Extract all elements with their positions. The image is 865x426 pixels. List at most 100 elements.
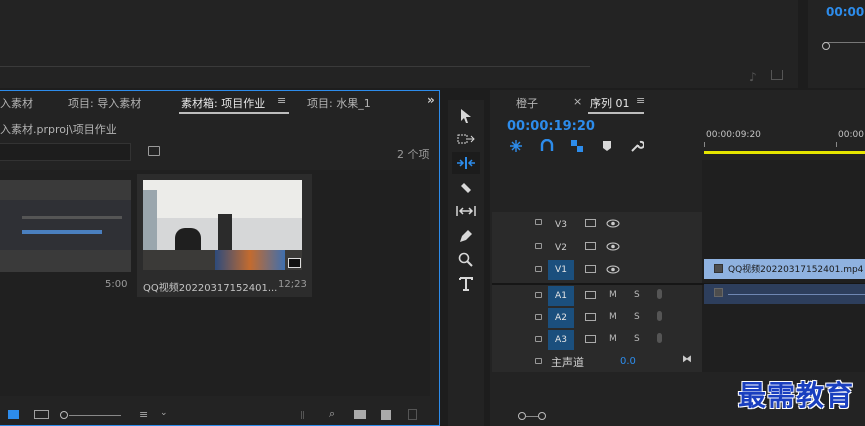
find-icon[interactable]: ⌕ <box>329 407 335 421</box>
bin-path: 入素材.prproj\项目作业 <box>0 123 117 136</box>
snap-icon[interactable] <box>540 139 554 153</box>
track-v2[interactable]: V2 <box>548 238 574 258</box>
clear-trash-icon[interactable] <box>408 409 417 420</box>
thumb-blue-bar <box>22 230 102 234</box>
sort-chevron-down-icon[interactable]: ⌄ <box>160 408 168 418</box>
sequence-tab-underline <box>588 112 644 114</box>
ruler-tick-2 <box>836 142 837 147</box>
lock-icon-a2[interactable] <box>535 314 542 320</box>
sync-lock-icon-a2[interactable] <box>585 313 596 321</box>
track-v3[interactable]: V3 <box>548 215 574 235</box>
lock-icon-master[interactable] <box>535 358 542 364</box>
timeline-scroll-track[interactable] <box>526 416 538 417</box>
mic-icon-a1[interactable] <box>657 289 662 299</box>
video-clip-fx-icon <box>714 264 723 273</box>
search-input[interactable] <box>0 143 131 161</box>
sync-lock-icon-a1[interactable] <box>585 291 596 299</box>
zoom-slider-track[interactable] <box>69 415 121 416</box>
timeline-scroll-handle-right[interactable] <box>538 412 546 420</box>
selection-tool-icon[interactable] <box>459 108 473 124</box>
lock-icon-a1[interactable] <box>535 292 542 298</box>
linked-selection-icon[interactable] <box>570 139 584 153</box>
thumb-gray-bar <box>22 216 122 219</box>
wrench-icon[interactable] <box>630 139 644 153</box>
type-tool-icon[interactable] <box>458 276 474 292</box>
new-search-bin-icon[interactable] <box>148 146 160 156</box>
sync-lock-icon-v3[interactable] <box>585 219 596 227</box>
new-bin-icon[interactable] <box>354 410 366 419</box>
sync-lock-icon-v1[interactable] <box>585 265 596 273</box>
razor-tool-icon[interactable] <box>458 180 474 196</box>
tab-timeline-orange[interactable]: 橙子 <box>516 95 538 111</box>
share-icon[interactable] <box>771 70 783 80</box>
lock-icon-v1[interactable] <box>535 266 542 272</box>
thumb-screen <box>215 250 285 270</box>
clip-1-duration: 5:00 <box>105 279 128 290</box>
audio-waveform-line <box>728 294 865 295</box>
clip-thumbnail-1[interactable] <box>0 180 131 272</box>
zoom-tool-icon[interactable] <box>458 252 474 268</box>
program-scrub-handle[interactable] <box>822 42 830 50</box>
sort-icon[interactable]: ≡ <box>139 408 148 421</box>
solo-button-a2[interactable]: S <box>634 312 640 322</box>
mute-button-a2[interactable]: M <box>609 312 617 322</box>
new-item-icon[interactable] <box>381 410 391 420</box>
thumb-audio-badge <box>288 258 301 268</box>
top-divider <box>0 66 590 67</box>
ripple-edit-tool-icon[interactable] <box>455 155 477 171</box>
zoom-slider-handle[interactable] <box>60 411 68 419</box>
tab-sequence-01[interactable]: 序列 01 <box>590 95 630 111</box>
mic-icon-a3[interactable] <box>657 333 662 343</box>
clip-thumbnail-2[interactable] <box>143 180 302 270</box>
clip-2-duration: 12;23 <box>278 279 307 290</box>
thumb-ceiling <box>143 180 302 218</box>
active-tab-underline <box>179 112 289 114</box>
program-timecode: 00:00:1 <box>826 5 865 19</box>
lock-icon-a3[interactable] <box>535 336 542 342</box>
audio-clip-fx-icon <box>714 288 723 297</box>
track-a2[interactable]: A2 <box>548 308 574 328</box>
eye-icon-v2[interactable] <box>606 242 620 251</box>
source-monitor-area <box>0 0 798 88</box>
sequence-tab-menu-icon[interactable]: ≡ <box>636 94 645 107</box>
tab-bin-project-work[interactable]: 素材箱: 项目作业 <box>181 95 265 111</box>
mic-icon-a2[interactable] <box>657 311 662 321</box>
work-area-bar[interactable] <box>704 151 865 154</box>
solo-button-a3[interactable]: S <box>634 334 640 344</box>
track-select-forward-tool-icon[interactable] <box>456 132 476 146</box>
track-a1[interactable]: A1 <box>548 286 574 306</box>
timeline-scroll-handle-left[interactable] <box>518 412 526 420</box>
tab-project-import[interactable]: 项目: 导入素材 <box>68 95 141 111</box>
solo-button-a1[interactable]: S <box>634 290 640 300</box>
program-scrub-bar[interactable] <box>824 42 865 43</box>
slip-tool-icon[interactable] <box>455 204 477 218</box>
lock-icon-v2[interactable] <box>535 243 542 249</box>
tab-project-fruit[interactable]: 项目: 水果_1 <box>307 95 371 111</box>
export-frame-icon[interactable]: ♪ <box>749 70 757 84</box>
sync-lock-icon-v2[interactable] <box>585 242 596 250</box>
tab-menu-icon[interactable]: ≡ <box>277 94 286 107</box>
automate-to-sequence-icon[interactable] <box>301 411 313 419</box>
panel-overflow-icon[interactable]: » <box>427 93 435 107</box>
ruler-label-1: 00:00:09:20 <box>706 130 761 140</box>
track-a3[interactable]: A3 <box>548 330 574 350</box>
list-view-icon[interactable] <box>8 410 19 419</box>
mute-button-a3[interactable]: M <box>609 334 617 344</box>
tab-project-import-partial[interactable]: 入素材 <box>0 95 33 111</box>
item-count: 2 个项 <box>397 148 430 161</box>
nest-icon[interactable] <box>509 139 523 153</box>
pen-tool-icon[interactable] <box>458 228 474 244</box>
master-volume-value[interactable]: 0.0 <box>620 356 636 367</box>
eye-icon-v1[interactable] <box>606 265 620 274</box>
sync-lock-icon-a3[interactable] <box>585 335 596 343</box>
mute-button-a1[interactable]: M <box>609 290 617 300</box>
icon-view-icon[interactable] <box>34 410 49 419</box>
go-to-end-icon[interactable]: ⧓ <box>682 354 692 365</box>
track-v1[interactable]: V1 <box>548 260 574 280</box>
timeline-timecode[interactable]: 00:00:19:20 <box>507 119 595 134</box>
lock-icon-v3[interactable] <box>535 219 542 225</box>
track-header-area <box>492 212 702 372</box>
add-marker-icon[interactable] <box>602 140 612 152</box>
close-tab-icon[interactable]: × <box>573 95 582 108</box>
eye-icon-v3[interactable] <box>606 219 620 228</box>
